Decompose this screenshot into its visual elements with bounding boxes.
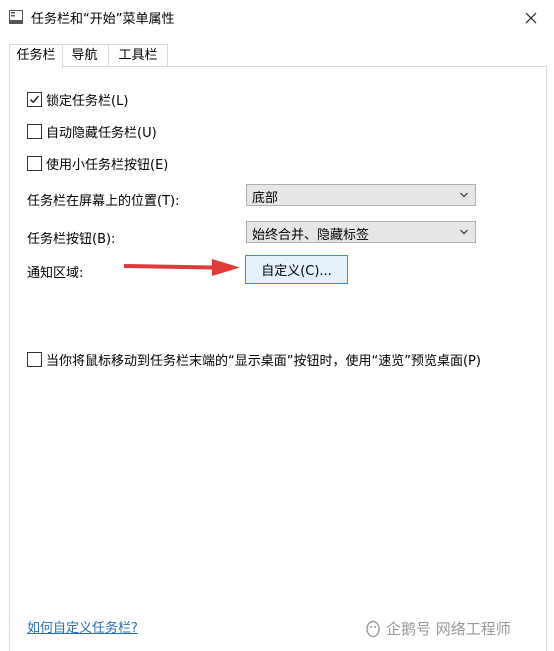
lock-taskbar-checkbox[interactable] [27, 91, 42, 107]
lock-taskbar-label: 锁定任务栏(L) [46, 93, 129, 109]
peek-checkbox[interactable] [27, 351, 42, 367]
app-icon [9, 10, 23, 24]
title-bar: 任务栏和“开始”菜单属性 [0, 0, 554, 36]
peek-option[interactable]: 当你将鼠标移动到任务栏末端的“显示桌面”按钮时，使用“速览”预览桌面(P) [27, 350, 481, 369]
lock-taskbar-option[interactable]: 锁定任务栏(L) [27, 90, 129, 109]
help-link[interactable]: 如何自定义任务栏? [27, 617, 138, 636]
notification-area-label: 通知区域: [27, 266, 84, 281]
position-value: 底部 [252, 191, 279, 206]
autohide-checkbox[interactable] [27, 123, 42, 139]
autohide-label: 自动隐藏任务栏(U) [46, 125, 157, 141]
penguin-logo-icon [366, 620, 380, 637]
tab-navigation[interactable]: 导航 [61, 44, 109, 67]
autohide-option[interactable]: 自动隐藏任务栏(U) [27, 122, 157, 141]
close-button[interactable] [508, 0, 554, 36]
buttons-select[interactable]: 始终合并、隐藏标签 [246, 221, 476, 243]
buttons-label: 任务栏按钮(B): [27, 232, 116, 247]
position-label: 任务栏在屏幕上的位置(T): [27, 194, 180, 209]
small-buttons-label: 使用小任务栏按钮(E) [46, 157, 169, 173]
chevron-down-icon [460, 192, 468, 198]
close-icon [525, 12, 537, 24]
red-arrow-annotation [124, 259, 240, 276]
tab-toolbars[interactable]: 工具栏 [109, 44, 168, 67]
small-buttons-checkbox[interactable] [27, 155, 42, 171]
watermark-text: 企鹅号 网络工程师 [386, 620, 511, 638]
watermark: 企鹅号 网络工程师 [364, 618, 511, 639]
tab-taskbar[interactable]: 任务栏 [9, 44, 63, 68]
small-buttons-option[interactable]: 使用小任务栏按钮(E) [27, 154, 169, 173]
checkmark-icon [29, 95, 40, 103]
customize-button[interactable]: 自定义(C)... [245, 255, 348, 284]
buttons-value: 始终合并、隐藏标签 [252, 228, 370, 243]
window-title: 任务栏和“开始”菜单属性 [31, 12, 175, 27]
position-select[interactable]: 底部 [246, 184, 476, 206]
chevron-down-icon [460, 229, 468, 235]
peek-label: 当你将鼠标移动到任务栏末端的“显示桌面”按钮时，使用“速览”预览桌面(P) [46, 353, 481, 369]
